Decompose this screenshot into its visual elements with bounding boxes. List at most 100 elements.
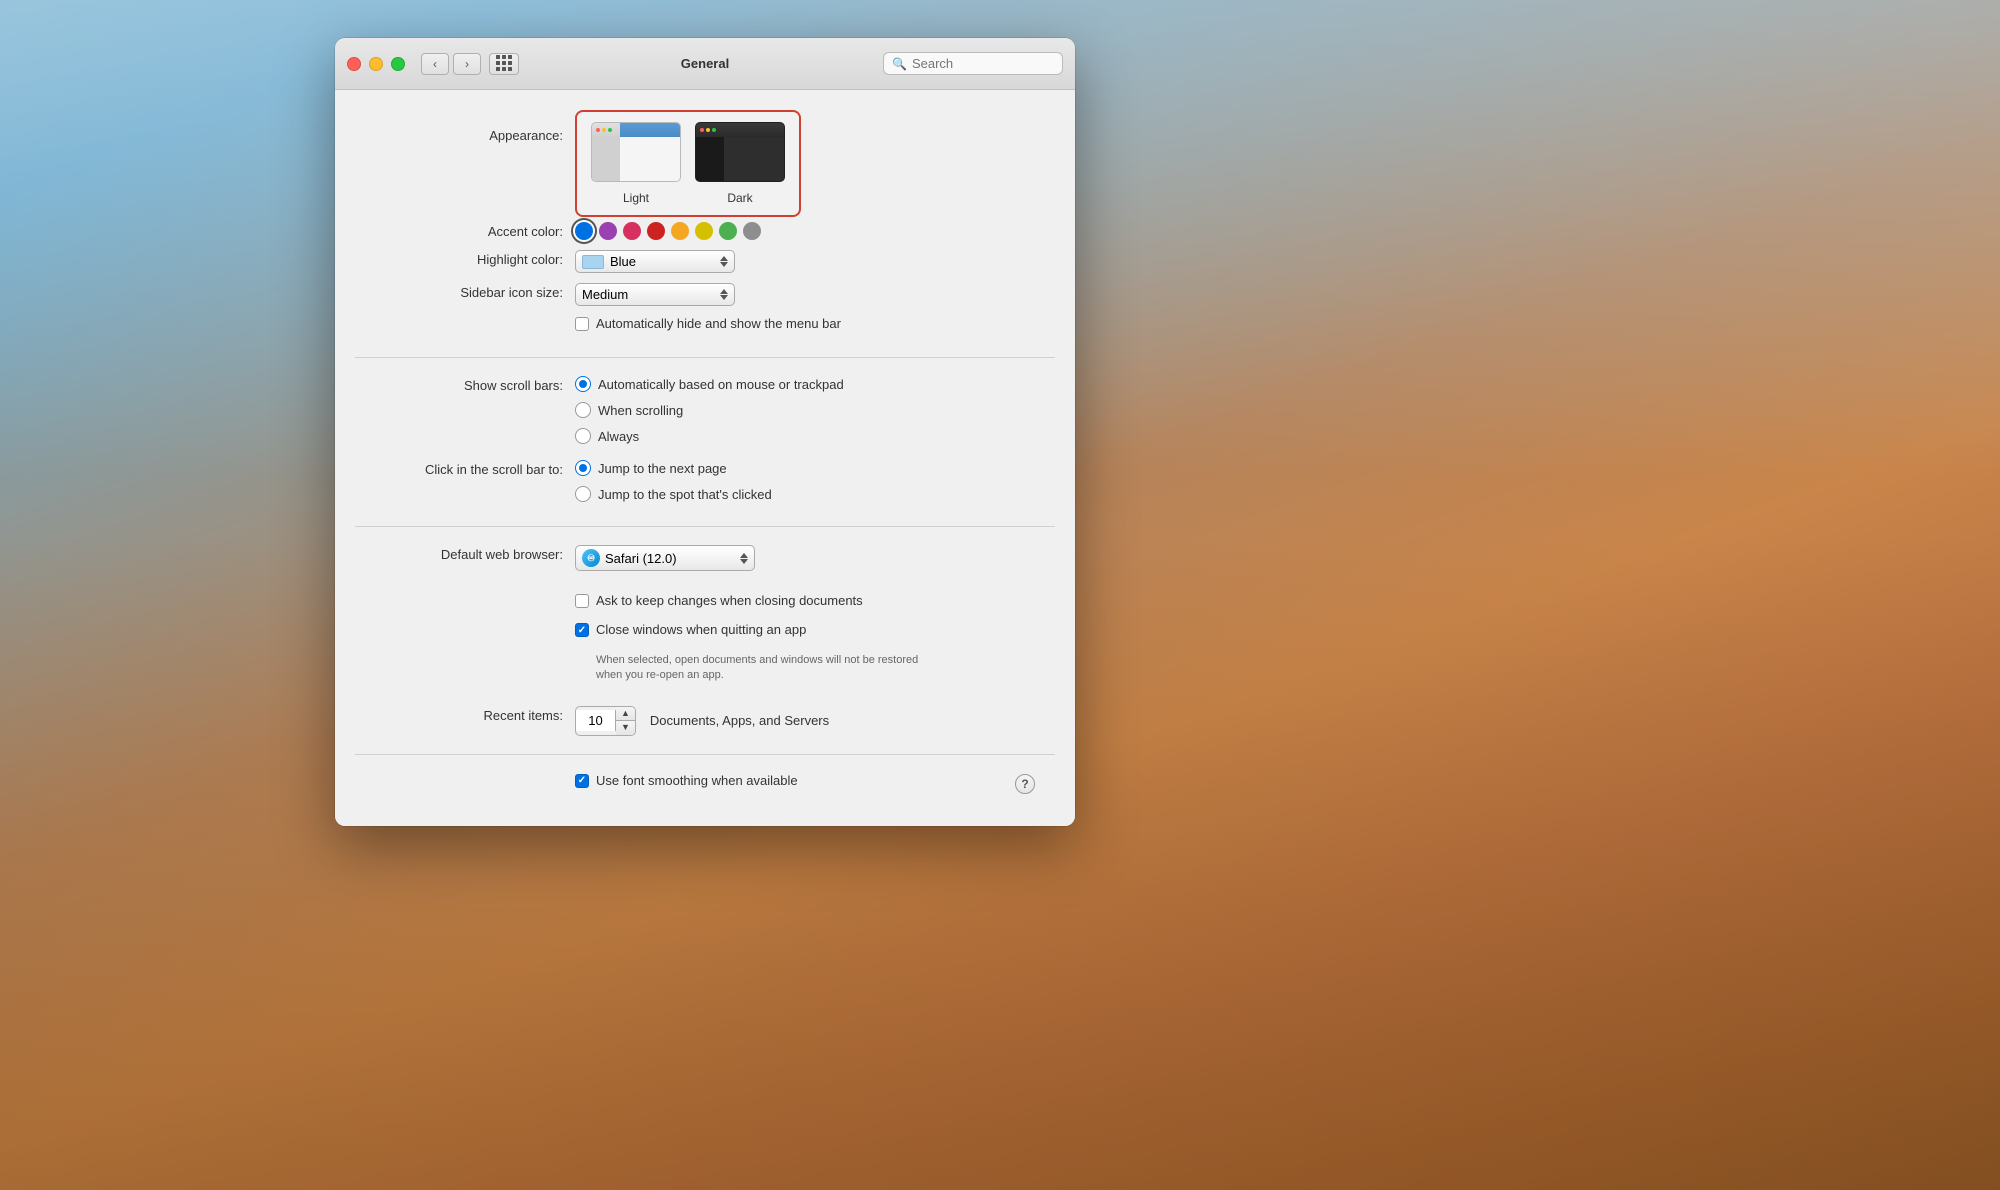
- accent-green[interactable]: [719, 222, 737, 240]
- documents-section: Ask to keep changes when closing documen…: [335, 593, 1075, 684]
- sidebar-icon-size-label: Sidebar icon size:: [375, 283, 575, 300]
- documents-label: [375, 593, 575, 595]
- font-smoothing-checkbox[interactable]: [575, 774, 589, 788]
- stepper-down-button[interactable]: ▼: [616, 721, 635, 735]
- documents-row: Ask to keep changes when closing documen…: [375, 593, 1035, 684]
- dark-thumb-sidebar: [696, 137, 724, 181]
- back-button[interactable]: ‹: [421, 53, 449, 75]
- recent-items-label: Recent items:: [375, 706, 575, 723]
- stepper-up-button[interactable]: ▲: [616, 707, 635, 721]
- content-area: Appearance: L: [335, 90, 1075, 826]
- accent-blue[interactable]: [575, 222, 593, 240]
- highlight-color-label: Highlight color:: [375, 250, 575, 267]
- scroll-always-radio-row[interactable]: Always: [575, 428, 639, 444]
- light-label: Light: [623, 191, 649, 205]
- recent-items-suffix: Documents, Apps, and Servers: [650, 713, 829, 728]
- appearance-dark-option[interactable]: Dark: [695, 122, 785, 205]
- divider-1: [355, 357, 1055, 358]
- documents-control: Ask to keep changes when closing documen…: [575, 593, 1035, 684]
- scroll-always-label: Always: [598, 429, 639, 444]
- scroll-bars-label: Show scroll bars:: [375, 376, 575, 393]
- appearance-thumbs: Light Dark: [575, 110, 801, 217]
- recent-items-section: Recent items: 10 ▲ ▼ Documents, Apps, an…: [335, 706, 1075, 736]
- menu-bar-label: [375, 316, 575, 318]
- scroll-bars-row: Show scroll bars: Automatically based on…: [375, 376, 1035, 450]
- font-smoothing-checkbox-label: Use font smoothing when available: [596, 773, 798, 788]
- dark-thumb-dot-yellow: [706, 128, 710, 132]
- appearance-section: Appearance: L: [335, 110, 1075, 217]
- thumb-dot-red: [596, 128, 600, 132]
- scroll-auto-label: Automatically based on mouse or trackpad: [598, 377, 844, 392]
- search-icon: 🔍: [892, 57, 907, 71]
- light-thumb-sidebar: [592, 137, 620, 181]
- help-button[interactable]: ?: [1015, 774, 1035, 794]
- close-windows-row: Close windows when quitting an app: [575, 622, 806, 637]
- font-smoothing-row: Use font smoothing when available ?: [375, 773, 1035, 796]
- dark-thumbnail: [695, 122, 785, 182]
- close-windows-checkbox[interactable]: [575, 623, 589, 637]
- click-scroll-row: Click in the scroll bar to: Jump to the …: [375, 460, 1035, 508]
- thumb-dot-yellow: [602, 128, 606, 132]
- accent-color-row: Accent color:: [375, 222, 1035, 240]
- dark-label: Dark: [727, 191, 752, 205]
- forward-button[interactable]: ›: [453, 53, 481, 75]
- scroll-auto-radio-row[interactable]: Automatically based on mouse or trackpad: [575, 376, 844, 392]
- menu-bar-checkbox[interactable]: [575, 317, 589, 331]
- scroll-scrolling-radio[interactable]: [575, 402, 591, 418]
- ask-changes-label: Ask to keep changes when closing documen…: [596, 593, 863, 608]
- dark-thumb-content: [724, 137, 784, 181]
- divider-2: [355, 526, 1055, 527]
- sidebar-icon-size-value: Medium: [582, 287, 628, 302]
- highlight-color-row: Highlight color: Blue: [375, 250, 1035, 273]
- highlight-color-dropdown[interactable]: Blue: [575, 250, 735, 273]
- preferences-window: ‹ › General 🔍 Appearance:: [335, 38, 1075, 826]
- click-spot-row[interactable]: Jump to the spot that's clicked: [575, 486, 772, 502]
- light-thumb-titlebar: [592, 123, 680, 137]
- accent-orange[interactable]: [671, 222, 689, 240]
- browser-dropdown[interactable]: ♾ Safari (12.0): [575, 545, 755, 571]
- light-thumb-content: [620, 137, 680, 181]
- sidebar-size-arrow: [720, 289, 728, 300]
- accent-color-control: [575, 222, 1035, 240]
- click-scroll-control: Jump to the next page Jump to the spot t…: [575, 460, 1035, 508]
- maximize-button[interactable]: [391, 57, 405, 71]
- sidebar-icon-size-dropdown[interactable]: Medium: [575, 283, 735, 306]
- safari-icon: ♾: [582, 549, 600, 567]
- appearance-light-option[interactable]: Light: [591, 122, 681, 205]
- scroll-scrolling-label: When scrolling: [598, 403, 683, 418]
- click-next-page-row[interactable]: Jump to the next page: [575, 460, 727, 476]
- appearance-controls: Light Dark: [575, 110, 1035, 217]
- traffic-lights: [347, 57, 405, 71]
- window-title: General: [681, 56, 729, 71]
- accent-yellow[interactable]: [695, 222, 713, 240]
- scroll-scrolling-radio-row[interactable]: When scrolling: [575, 402, 683, 418]
- close-button[interactable]: [347, 57, 361, 71]
- minimize-button[interactable]: [369, 57, 383, 71]
- menu-bar-row: Automatically hide and show the menu bar: [375, 316, 1035, 339]
- browser-row: Default web browser: ♾ Safari (12.0): [375, 545, 1035, 571]
- scroll-always-radio[interactable]: [575, 428, 591, 444]
- font-smoothing-label: [375, 773, 575, 775]
- accent-graphite[interactable]: [743, 222, 761, 240]
- browser-control: ♾ Safari (12.0): [575, 545, 1035, 571]
- font-smoothing-checkbox-row: Use font smoothing when available: [575, 773, 798, 788]
- font-smoothing-control: Use font smoothing when available ?: [575, 773, 1035, 796]
- ask-changes-checkbox[interactable]: [575, 594, 589, 608]
- grid-view-button[interactable]: [489, 53, 519, 75]
- scroll-bars-section: Show scroll bars: Automatically based on…: [335, 376, 1075, 508]
- accent-purple[interactable]: [599, 222, 617, 240]
- recent-items-stepper[interactable]: 10 ▲ ▼: [575, 706, 636, 736]
- search-box[interactable]: 🔍: [883, 52, 1063, 75]
- browser-label: Default web browser:: [375, 545, 575, 562]
- search-input[interactable]: [912, 56, 1054, 71]
- click-next-page-radio[interactable]: [575, 460, 591, 476]
- accent-red[interactable]: [647, 222, 665, 240]
- accent-pink[interactable]: [623, 222, 641, 240]
- menu-bar-checkbox-row: Automatically hide and show the menu bar: [575, 316, 841, 331]
- dark-thumb-titlebar: [696, 123, 784, 137]
- scroll-auto-radio[interactable]: [575, 376, 591, 392]
- browser-section: Default web browser: ♾ Safari (12.0): [335, 545, 1075, 571]
- scroll-bars-control: Automatically based on mouse or trackpad…: [575, 376, 1035, 450]
- stepper-buttons: ▲ ▼: [616, 707, 635, 735]
- click-spot-radio[interactable]: [575, 486, 591, 502]
